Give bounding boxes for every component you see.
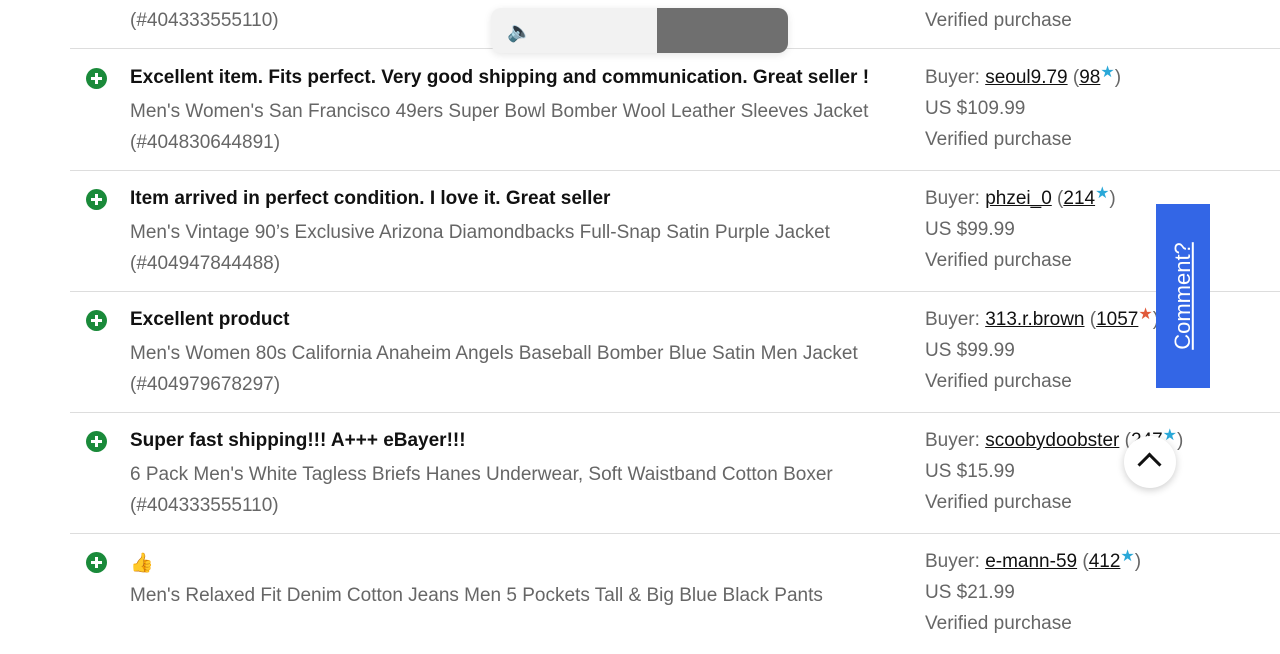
buyer-label: Buyer: xyxy=(925,430,980,451)
buyer-link[interactable]: seoul9.79 xyxy=(985,67,1067,88)
audio-control[interactable]: 🔈 xyxy=(491,8,788,53)
product-line: Men's Vintage 90’s Exclusive Arizona Dia… xyxy=(130,222,830,243)
product-name[interactable]: Men's Vintage 90’s Exclusive Arizona Dia… xyxy=(130,217,890,279)
verified-purchase: Verified purchase xyxy=(925,492,1072,513)
audio-slider-fill[interactable] xyxy=(657,8,788,53)
price: US $99.99 xyxy=(925,340,1015,361)
review-title: Excellent product xyxy=(130,309,290,330)
top-partial-product: (#404333555110) xyxy=(130,10,279,31)
product-line: 6 Pack Men's White Tagless Briefs Hanes … xyxy=(130,464,833,485)
buyer-label: Buyer: xyxy=(925,67,980,88)
verified-purchase: Verified purchase xyxy=(925,250,1072,271)
product-name[interactable]: Men's Women 80s California Anaheim Angel… xyxy=(130,338,890,400)
product-id: (#404830644891) xyxy=(130,132,281,153)
speaker-icon[interactable]: 🔈 xyxy=(507,19,532,44)
buyer-label: Buyer: xyxy=(925,188,980,209)
review-title: Excellent item. Fits perfect. Very good … xyxy=(130,67,870,88)
star-icon: ★ xyxy=(1120,548,1135,565)
buyer-label: Buyer: xyxy=(925,551,980,572)
buyer-label: Buyer: xyxy=(925,309,980,330)
top-partial-verified: Verified purchase xyxy=(925,10,1072,31)
review-row: Excellent item. Fits perfect. Very good … xyxy=(70,49,1280,171)
review-title: Super fast shipping!!! A+++ eBayer!!! xyxy=(130,430,466,451)
comment-tab[interactable]: Comment? xyxy=(1156,204,1210,388)
product-id: (#404979678297) xyxy=(130,374,281,395)
buyer-info: Buyer: seoul9.79 (98★) xyxy=(925,64,1122,88)
review-row: Excellent product Men's Women 80s Califo… xyxy=(70,291,1280,413)
comment-tab-label: Comment? xyxy=(1170,242,1195,350)
product-line: Men's Women's San Francisco 49ers Super … xyxy=(130,101,869,122)
buyer-link[interactable]: phzei_0 xyxy=(985,188,1052,209)
product-id: (#404947844488) xyxy=(130,253,281,274)
feedback-score-link[interactable]: 1057 xyxy=(1096,309,1138,330)
positive-feedback-icon xyxy=(86,189,107,210)
verified-purchase: Verified purchase xyxy=(925,613,1072,634)
buyer-info: Buyer: phzei_0 (214★) xyxy=(925,185,1116,209)
scroll-to-top-button[interactable] xyxy=(1124,436,1176,488)
product-name[interactable]: 6 Pack Men's White Tagless Briefs Hanes … xyxy=(130,459,890,521)
review-title: Item arrived in perfect condition. I lov… xyxy=(130,188,611,209)
buyer-link[interactable]: e-mann-59 xyxy=(985,551,1077,572)
buyer-link[interactable]: scoobydoobster xyxy=(985,430,1119,451)
star-icon: ★ xyxy=(1095,185,1110,202)
product-name[interactable]: Men's Women's San Francisco 49ers Super … xyxy=(130,96,890,158)
review-row: Super fast shipping!!! A+++ eBayer!!! 6 … xyxy=(70,412,1280,534)
product-id: (#404333555110) xyxy=(130,495,279,516)
price: US $109.99 xyxy=(925,98,1026,119)
product-name[interactable]: Men's Relaxed Fit Denim Cotton Jeans Men… xyxy=(130,580,890,611)
star-icon: ★ xyxy=(1138,306,1153,323)
review-row: Item arrived in perfect condition. I lov… xyxy=(70,170,1280,292)
feedback-score-link[interactable]: 412 xyxy=(1089,551,1121,572)
review-title: 👍 xyxy=(130,553,154,574)
price: US $99.99 xyxy=(925,219,1015,240)
positive-feedback-icon xyxy=(86,431,107,452)
positive-feedback-icon xyxy=(86,310,107,331)
review-row: 👍 Men's Relaxed Fit Denim Cotton Jeans M… xyxy=(70,533,1280,654)
feedback-score-link[interactable]: 98 xyxy=(1079,67,1100,88)
positive-feedback-icon xyxy=(86,68,107,89)
price: US $15.99 xyxy=(925,461,1015,482)
product-line: Men's Relaxed Fit Denim Cotton Jeans Men… xyxy=(130,585,823,606)
positive-feedback-icon xyxy=(86,552,107,573)
buyer-info: Buyer: 313.r.brown (1057★) xyxy=(925,306,1159,330)
star-icon: ★ xyxy=(1100,64,1115,81)
buyer-link[interactable]: 313.r.brown xyxy=(985,309,1084,330)
buyer-info: Buyer: e-mann-59 (412★) xyxy=(925,548,1142,572)
product-line: Men's Women 80s California Anaheim Angel… xyxy=(130,343,858,364)
verified-purchase: Verified purchase xyxy=(925,371,1072,392)
price: US $21.99 xyxy=(925,582,1015,603)
feedback-score-link[interactable]: 214 xyxy=(1063,188,1095,209)
verified-purchase: Verified purchase xyxy=(925,129,1072,150)
